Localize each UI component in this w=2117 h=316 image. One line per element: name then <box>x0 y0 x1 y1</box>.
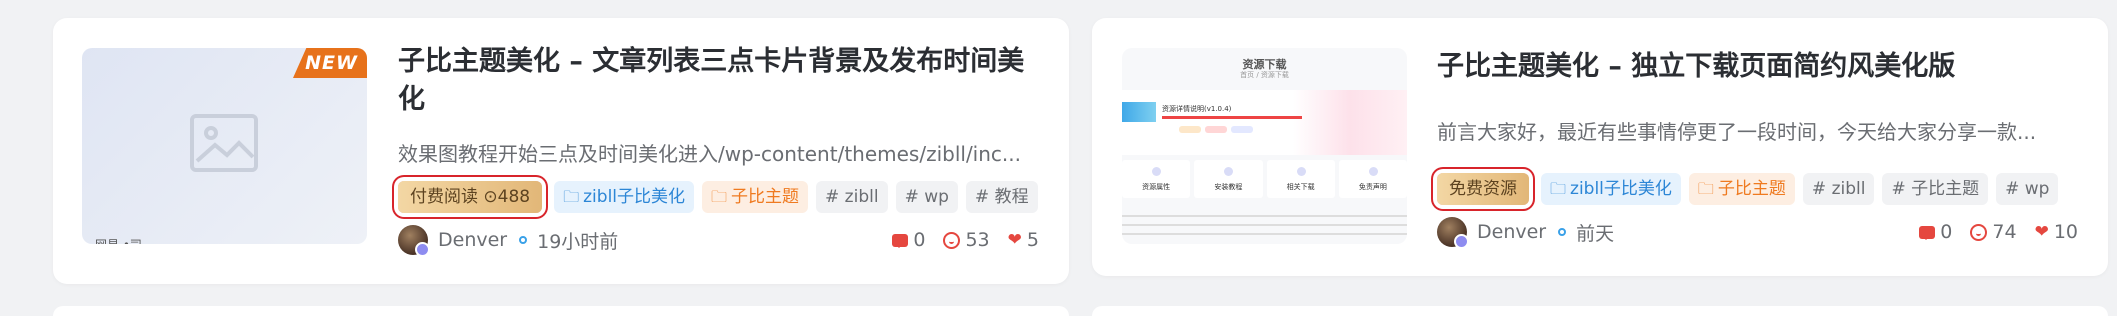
post-card[interactable]: NEW 网易 •司 子比主题美化 – 文章列表三点卡片背景及发布时间美化 效果图… <box>53 18 1069 284</box>
topic-tag[interactable]: # wp <box>1996 173 2059 205</box>
view-icon <box>1970 223 1988 241</box>
thumbnail-lines <box>1122 208 1407 242</box>
post-thumbnail[interactable]: NEW 网易 •司 <box>82 48 367 244</box>
post-excerpt: 效果图教程开始三点及时间美化进入/wp-content/themes/zibll… <box>398 142 1021 166</box>
post-card[interactable]: 资源下载 首页 / 资源下载 资源详情说明(v1.0.4) 资源属性 安装教程 … <box>1092 18 2108 276</box>
thumbnail-hero-text: 资源详情说明(v1.0.4) <box>1162 105 1232 113</box>
thumbnail-pills <box>1179 126 1253 133</box>
like-count-value: 5 <box>1026 229 1039 251</box>
comment-icon <box>892 233 909 248</box>
post-meta: Denver 19小时前 <box>398 225 619 257</box>
post-time: 前天 <box>1576 222 1615 245</box>
view-count-value: 74 <box>1992 221 2017 243</box>
topic-tag[interactable]: # wp <box>895 181 958 213</box>
new-badge: NEW <box>293 48 367 78</box>
post-tags: 付费阅读 ⊙488 🗀 zibll子比美化 🗀 子比主题 # zibll # w… <box>398 181 1038 213</box>
time-dot-icon <box>519 236 528 244</box>
thumbnail-boxes: 资源属性 安装教程 相关下载 免责声明 <box>1122 160 1407 198</box>
thumbnail-hero: 资源详情说明(v1.0.4) <box>1122 90 1407 155</box>
thumbnail-subtitle: 首页 / 资源下载 <box>1240 71 1289 79</box>
post-card-next <box>53 306 1069 316</box>
author-name[interactable]: Denver <box>438 229 507 251</box>
thumbnail-hero-line <box>1162 116 1302 119</box>
folder-icon: 🗀 <box>1550 179 1567 198</box>
post-title[interactable]: 子比主题美化 – 独立下载页面简约风美化版 <box>1437 48 2087 86</box>
like-count-value: 10 <box>2053 221 2078 243</box>
topic-tag[interactable]: # zibll <box>1802 173 1875 205</box>
thumbnail-hero-image <box>1122 102 1156 122</box>
comment-count-value: 0 <box>1940 221 1953 243</box>
free-resource-badge[interactable]: 免费资源 <box>1437 173 1529 205</box>
comment-count: 0 <box>1919 221 1952 243</box>
paid-read-badge[interactable]: 付费阅读 ⊙488 <box>398 181 543 213</box>
thumbnail-box: 免责声明 <box>1338 160 1407 198</box>
view-count: 53 <box>943 229 990 251</box>
category-tag-label: 子比主题 <box>1717 179 1786 199</box>
folder-icon: 🗀 <box>1697 179 1714 198</box>
post-excerpt: 前言大家好，最近有些事情停更了一段时间，今天给大家分享一款... <box>1437 120 2037 144</box>
thumbnail-box: 安装教程 <box>1194 160 1263 198</box>
thumbnail-box: 资源属性 <box>1122 160 1191 198</box>
post-time: 19小时前 <box>537 230 619 253</box>
category-tag-label: zibll子比美化 <box>583 187 686 207</box>
like-count[interactable]: ❤ 10 <box>2035 221 2078 243</box>
like-count[interactable]: ❤ 5 <box>1008 229 1039 251</box>
folder-icon: 🗀 <box>711 187 728 206</box>
post-stats: 0 53 ❤ 5 <box>892 229 1039 251</box>
post-thumbnail[interactable]: 资源下载 首页 / 资源下载 资源详情说明(v1.0.4) 资源属性 安装教程 … <box>1122 48 1407 244</box>
category-tag[interactable]: 🗀 子比主题 <box>702 181 809 213</box>
topic-tag[interactable]: # zibll <box>816 181 888 213</box>
post-stats: 0 74 ❤ 10 <box>1919 221 2078 243</box>
thumbnail-box: 相关下载 <box>1266 160 1335 198</box>
avatar[interactable] <box>398 225 430 257</box>
post-card-next <box>1092 306 2108 316</box>
avatar[interactable] <box>1437 217 1469 249</box>
topic-tag[interactable]: # 子比主题 <box>1882 173 1989 205</box>
comment-count: 0 <box>892 229 925 251</box>
view-count: 74 <box>1970 221 2017 243</box>
category-tag[interactable]: 🗀 子比主题 <box>1688 173 1795 205</box>
topic-tag[interactable]: # 教程 <box>965 181 1038 213</box>
category-tag-label: zibll子比美化 <box>1570 179 1672 199</box>
category-tag-label: 子比主题 <box>731 187 800 207</box>
thumbnail-caption: 网易 •司 <box>95 236 142 244</box>
view-count-value: 53 <box>965 229 990 251</box>
like-icon: ❤ <box>2034 221 2049 242</box>
like-icon: ❤ <box>1007 229 1022 250</box>
folder-icon: 🗀 <box>563 187 580 206</box>
image-placeholder-icon <box>190 114 258 172</box>
comment-icon <box>1919 225 1936 240</box>
post-tags: 免费资源 🗀 zibll子比美化 🗀 子比主题 # zibll # 子比主题 #… <box>1437 173 2059 205</box>
category-tag[interactable]: 🗀 zibll子比美化 <box>1541 173 1681 205</box>
category-tag[interactable]: 🗀 zibll子比美化 <box>554 181 695 213</box>
view-icon <box>943 231 961 249</box>
time-dot-icon <box>1558 228 1567 236</box>
post-meta: Denver 前天 <box>1437 217 1615 249</box>
post-title[interactable]: 子比主题美化 – 文章列表三点卡片背景及发布时间美化 <box>398 43 1048 119</box>
author-name[interactable]: Denver <box>1477 221 1546 243</box>
comment-count-value: 0 <box>913 229 926 251</box>
